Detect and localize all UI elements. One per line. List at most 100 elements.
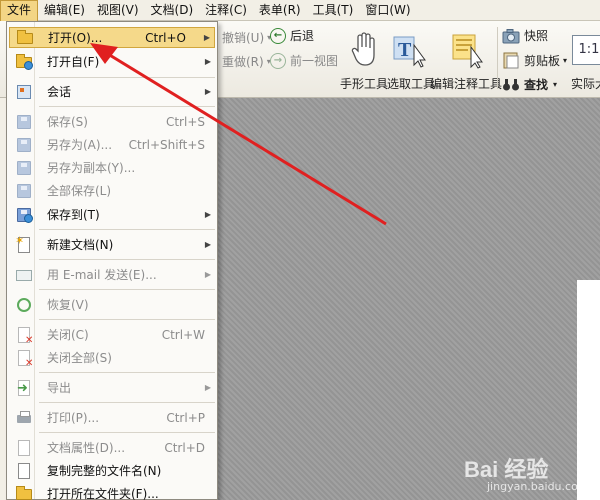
menu-document[interactable]: 文档(D) [145,0,200,21]
prev-view-button[interactable]: → 前一视图 [270,52,338,69]
menu-item-save-copy[interactable]: 另存为副本(Y)... [9,157,215,178]
email-icon [15,266,33,284]
open-folder-icon [15,485,33,500]
menu-item-revert[interactable]: 恢复(V) [9,294,215,315]
menu-separator [39,319,215,320]
annot-tool-label: 编辑注释工具 [430,77,503,91]
back-button[interactable]: ← 后退 [270,27,314,44]
menu-item-label: 另存为(A)... [47,138,113,152]
submenu-arrow-icon: ▶ [204,270,211,279]
snapshot-button[interactable]: 快照 [502,27,548,44]
menu-item-label: 恢复(V) [47,298,89,312]
document-page[interactable] [577,280,600,500]
menu-window[interactable]: 窗口(W) [359,0,416,21]
clipboard-button[interactable]: 剪贴板 ▾ [502,51,567,69]
snapshot-label: 快照 [524,29,549,43]
menu-view[interactable]: 视图(V) [91,0,145,21]
hand-tool-button[interactable]: 手形工具 [340,23,388,96]
actual-size-label: 实际大 [570,77,600,91]
menu-item-label: 打印(P)... [47,411,100,425]
submenu-arrow-icon: ▶ [204,87,211,96]
toolbar-separator [497,27,498,89]
menu-tools[interactable]: 工具(T) [307,0,360,21]
menu-item-properties[interactable]: 文档属性(D)... Ctrl+D [9,437,215,458]
binoculars-icon [503,78,519,90]
menu-bar: 文件 编辑(E) 视图(V) 文档(D) 注释(C) 表单(R) 工具(T) 窗… [0,0,600,21]
menu-item-shortcut: Ctrl+S [165,114,205,129]
svg-text:T: T [398,39,412,61]
menu-item-label: 会话 [47,85,72,99]
menu-separator [39,402,215,403]
back-arrow-icon: ← [270,27,286,44]
menu-separator [39,259,215,260]
menu-comment[interactable]: 注释(C) [199,0,253,21]
select-tool-button[interactable]: T 选取工具 [387,23,435,96]
menu-form[interactable]: 表单(R) [253,0,307,21]
menu-item-shortcut: Ctrl+D [164,440,205,455]
submenu-arrow-icon: ▶ [204,57,211,66]
new-document-icon: ✶ [15,234,33,254]
open-folder-icon [16,29,34,47]
close-all-icon: ✕ [15,349,33,369]
revert-icon [15,296,33,314]
undo-button[interactable]: 撤销(U) ▾ [222,29,271,46]
menu-item-copy-name[interactable]: 复制完整的文件名(N) [9,460,215,481]
file-menu: 打开(O)... Ctrl+O ▶ 打开自(F) ▶ 会话 ▶ 保存(S) Ct… [6,21,218,500]
forward-arrow-icon: → [270,52,286,69]
menu-separator [39,289,215,290]
menu-item-close-all[interactable]: ✕ 关闭全部(S) [9,347,215,369]
watermark-url: jingyan.baidu.com [487,480,589,493]
menu-item-save[interactable]: 保存(S) Ctrl+S [9,111,215,132]
menu-separator [39,77,215,78]
menu-file[interactable]: 文件 [0,0,39,21]
save-all-icon [15,182,33,200]
close-document-icon: ✕ [15,326,33,346]
text-select-icon: T [393,36,426,68]
menu-item-label: 复制完整的文件名(N) [47,464,162,478]
annot-tool-button[interactable]: 编辑注释工具 [430,23,502,96]
session-icon [15,83,33,101]
menu-item-label: 文档属性(D)... [47,441,126,455]
menu-item-email[interactable]: 用 E-mail 发送(E)... ▶ [9,264,215,285]
menu-item-label: 另存为副本(Y)... [47,161,136,175]
export-icon: ➜ [15,379,33,397]
menu-item-shortcut: Ctrl+O [145,30,186,45]
menu-item-close[interactable]: ✕ 关闭(C) Ctrl+W [9,324,215,346]
find-button[interactable]: 查找 ▾ [502,76,557,93]
menu-item-session[interactable]: 会话 ▶ [9,81,215,102]
redo-label: 重做(R) [222,55,264,69]
menu-item-open-from[interactable]: 打开自(F) ▶ [9,51,215,72]
find-label: 查找 [524,78,549,92]
chevron-down-icon: ▾ [553,80,558,89]
menu-item-new-doc[interactable]: ✶ 新建文档(N) ▶ [9,234,215,255]
save-copy-icon [15,159,33,177]
menu-item-label: 关闭全部(S) [47,351,112,365]
menu-item-export[interactable]: ➜ 导出 ▶ [9,377,215,398]
submenu-arrow-icon: ▶ [204,210,211,219]
redo-button[interactable]: 重做(R) ▾ [222,53,271,70]
menu-item-label: 保存到(T) [47,208,100,222]
menu-separator [39,106,215,107]
menu-item-save-all[interactable]: 全部保存(L) [9,180,215,201]
menu-item-print[interactable]: 打印(P)... Ctrl+P [9,407,215,428]
submenu-arrow-icon: ▶ [203,33,210,42]
menu-separator [39,432,215,433]
menu-item-shortcut: Ctrl+P [166,410,205,425]
menu-item-shortcut: Ctrl+Shift+S [128,137,205,152]
edit-annotation-icon [452,34,483,69]
copy-filename-icon [15,462,33,480]
save-to-icon [15,206,33,224]
document-properties-icon [15,439,33,457]
menu-edit[interactable]: 编辑(E) [38,0,91,21]
hand-icon [351,32,375,66]
menu-item-open[interactable]: 打开(O)... Ctrl+O ▶ [9,27,215,48]
save-as-icon [15,136,33,154]
menu-item-label: 打开自(F) [47,55,100,69]
actual-size-button[interactable]: 1:1 实际大 [564,23,600,96]
menu-item-label: 关闭(C) [47,328,89,342]
menu-item-save-as[interactable]: 另存为(A)... Ctrl+Shift+S [9,134,215,155]
menu-item-label: 新建文档(N) [47,238,114,252]
menu-item-save-to[interactable]: 保存到(T) ▶ [9,204,215,225]
clipboard-label: 剪贴板 [524,53,561,68]
menu-item-open-folder[interactable]: 打开所在文件夹(F)... [9,483,215,500]
